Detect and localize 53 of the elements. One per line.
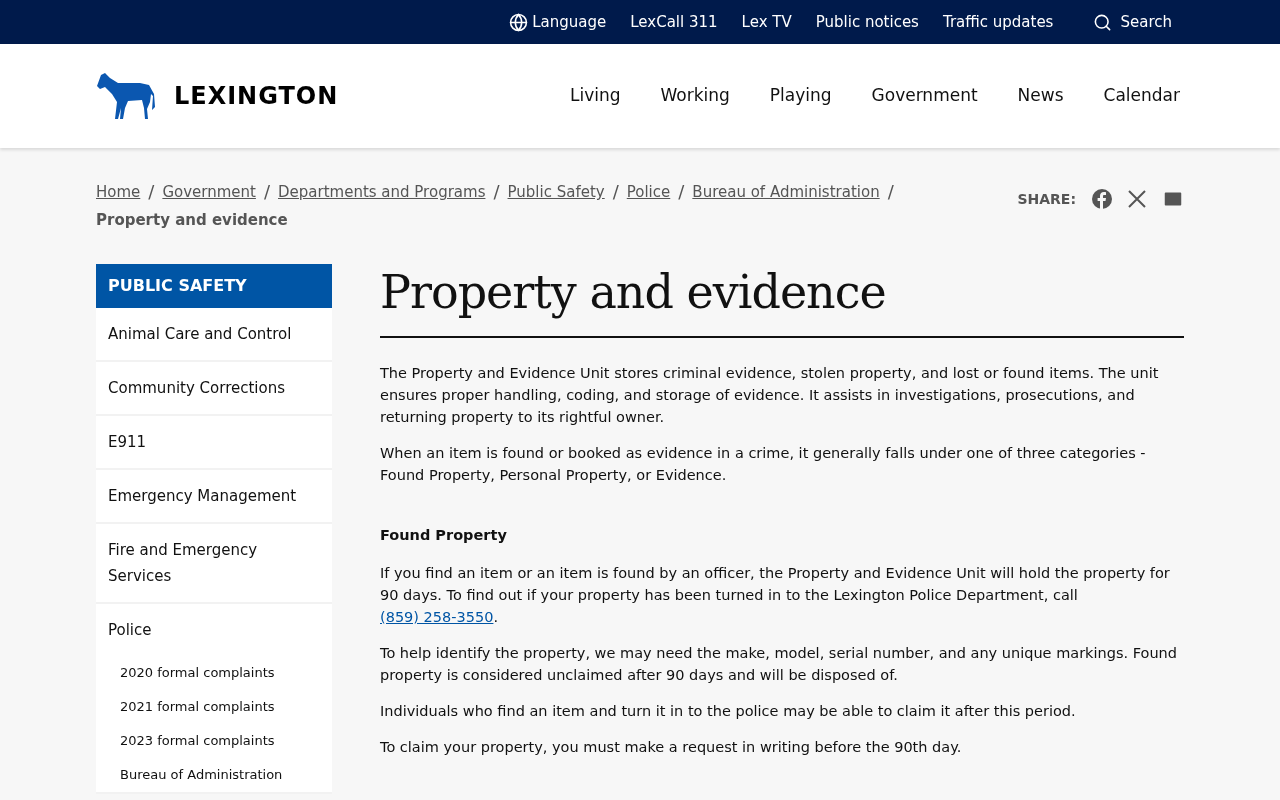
breadcrumb-link[interactable]: Government xyxy=(162,178,256,206)
paragraph: Individuals who find an item and turn it in to the police may be able to claim it after this period. xyxy=(380,702,1077,721)
sidebar-link[interactable]: E911 xyxy=(96,416,332,468)
paragraph: To help identify the property, we may need the make, model, serial number, and any unique markings. Found property is considered unclaimed after 90 days and will be disposed of. xyxy=(380,644,1178,685)
paragraph: The Property and Evidence Unit stores criminal evidence, stolen property, and lost or found items. The unit ensures proper handling, coding, and storage of evidence. It assists in investigations, prosecutions, and returning property to its rightful owner. xyxy=(380,364,1160,427)
breadcrumb-separator: / xyxy=(887,180,894,204)
logo-link[interactable]: LEXINGTON xyxy=(96,72,339,120)
nav-link[interactable]: News xyxy=(1017,83,1064,109)
breadcrumb-link[interactable]: Bureau of Administration xyxy=(692,178,880,206)
horse-icon xyxy=(96,72,158,120)
search-icon xyxy=(1093,12,1113,32)
globe-icon xyxy=(509,12,529,32)
breadcrumb-separator: / xyxy=(263,180,270,204)
paragraph: If you find an item or an item is found by an officer, the Property and Evidence Unit will hold the property for 90 days. To find out if your property has been turned in to the Lexington Police Department, call (859) 258-3550. xyxy=(380,564,1171,627)
breadcrumb-separator: / xyxy=(493,180,500,204)
nav-link[interactable]: Playing xyxy=(769,83,832,109)
breadcrumb-link[interactable]: Home xyxy=(96,178,141,206)
sidebar-link[interactable]: 2021 formal complaints xyxy=(96,690,332,724)
x-icon[interactable] xyxy=(1128,190,1146,208)
sidebar-link[interactable]: Community Corrections xyxy=(96,362,332,414)
breadcrumb-separator: / xyxy=(678,180,685,204)
utility-link[interactable]: Lex TV xyxy=(741,10,792,34)
sidebar-link[interactable]: 2023 formal complaints xyxy=(96,724,332,758)
breadcrumb-link[interactable]: Departments and Programs xyxy=(278,178,486,206)
share-label: SHARE: xyxy=(1017,189,1076,209)
nav-link[interactable]: Calendar xyxy=(1103,83,1180,109)
sidebar-link[interactable]: Animal Care and Control xyxy=(96,308,332,360)
sidebar-link[interactable]: Police xyxy=(96,604,332,656)
section-heading: Found Property xyxy=(380,526,508,545)
nav-link[interactable]: Working xyxy=(660,83,730,109)
paragraph: To claim your property, you must make a request in writing before the 90th day. xyxy=(380,738,963,757)
paragraph: When an item is found or booked as evidence in a crime, it generally falls under one of three categories - Found Property, Personal Property, or Evidence. xyxy=(380,444,1147,485)
sidebar-link[interactable]: 2020 formal complaints xyxy=(96,656,332,690)
sidebar-title: PUBLIC SAFETY xyxy=(96,264,332,308)
utility-link[interactable]: Public notices xyxy=(815,10,919,34)
sidebar-link[interactable]: Emergency Management xyxy=(96,470,332,522)
breadcrumb-link[interactable]: Police xyxy=(626,178,671,206)
search-link[interactable]: Search xyxy=(1093,10,1172,34)
sidebar-link[interactable]: Fire and Emergency Services xyxy=(96,524,332,602)
utility-link[interactable]: Traffic updates xyxy=(942,10,1054,34)
breadcrumb-link[interactable]: Public Safety xyxy=(507,178,605,206)
sidebar-link[interactable]: Bureau of Administration xyxy=(96,758,332,792)
page-title: Property and evidence xyxy=(380,264,1184,338)
logo-text: LEXINGTON xyxy=(174,81,339,112)
utility-link[interactable]: LexCall 311 xyxy=(630,10,718,34)
language-link[interactable]: Language xyxy=(509,10,607,34)
nav-link[interactable]: Living xyxy=(569,83,621,109)
facebook-icon[interactable] xyxy=(1092,189,1112,209)
phone-link[interactable]: (859) 258-3550 xyxy=(380,609,494,625)
breadcrumb-current: Property and evidence xyxy=(96,210,289,231)
breadcrumb-separator: / xyxy=(148,180,155,204)
nav-link[interactable]: Government xyxy=(871,83,978,109)
breadcrumb-separator: / xyxy=(612,180,619,204)
